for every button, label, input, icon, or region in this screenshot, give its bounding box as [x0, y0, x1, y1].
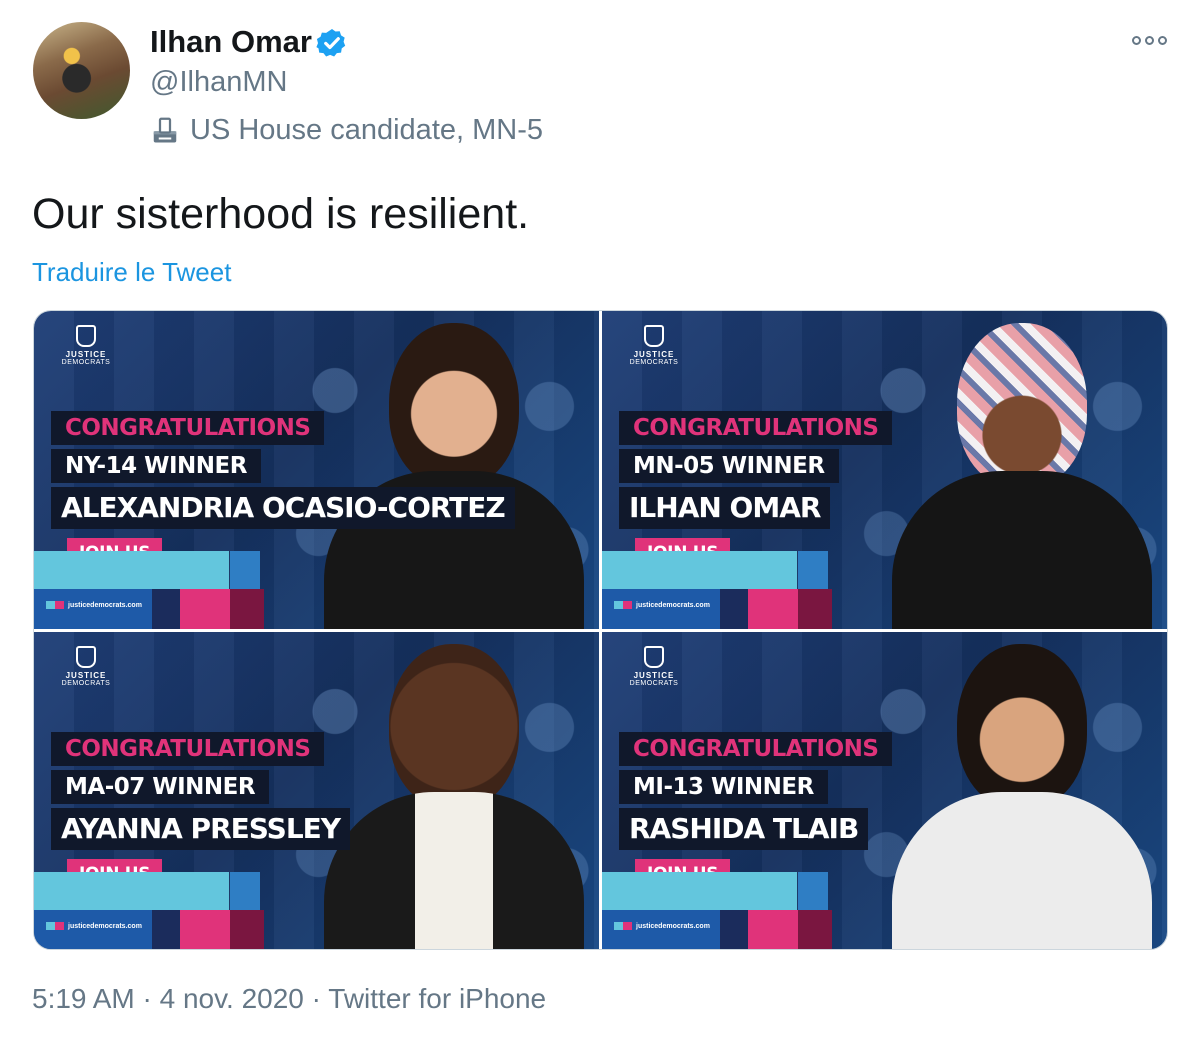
media-card-rashida-tlaib[interactable]: JUSTICE DEMOCRATS CONGRATULATIONS MI-13 … — [602, 632, 1167, 949]
color-bars — [34, 872, 599, 949]
website-url: justicedemocrats.com — [614, 922, 710, 930]
district-label: MI-13 WINNER — [619, 770, 828, 804]
tweet: Ilhan Omar @IlhanMN US House candidate, … — [0, 0, 1202, 1048]
color-bars — [602, 872, 1167, 949]
ballot-box-icon — [153, 117, 177, 143]
justice-democrats-logo: JUSTICE DEMOCRATS — [56, 325, 116, 366]
candidate-name: AYANNA PRESSLEY — [51, 808, 351, 850]
justice-democrats-logo: JUSTICE DEMOCRATS — [624, 325, 684, 366]
website-url: justicedemocrats.com — [46, 922, 142, 930]
candidate-name: ALEXANDRIA OCASIO-CORTEZ — [51, 487, 515, 529]
website-url: justicedemocrats.com — [614, 601, 710, 609]
color-bars — [602, 551, 1167, 629]
verified-badge-icon — [316, 29, 346, 57]
congratulations-label: CONGRATULATIONS — [51, 411, 325, 445]
more-options-icon[interactable] — [1131, 30, 1167, 50]
color-bars — [34, 551, 599, 629]
translate-tweet-link[interactable]: Traduire le Tweet — [32, 257, 231, 288]
tweet-timestamp[interactable]: 5:19 AM · 4 nov. 2020 · Twitter for iPho… — [32, 983, 546, 1015]
display-name[interactable]: Ilhan Omar — [150, 24, 312, 60]
avatar[interactable] — [33, 22, 130, 119]
district-label: MN-05 WINNER — [619, 449, 839, 483]
congratulations-label: CONGRATULATIONS — [619, 411, 893, 445]
justice-democrats-logo: JUSTICE DEMOCRATS — [624, 646, 684, 687]
district-label: MA-07 WINNER — [51, 770, 270, 804]
media-card-aoc[interactable]: JUSTICE DEMOCRATS CONGRATULATIONS NY-14 … — [34, 311, 599, 629]
media-grid: JUSTICE DEMOCRATS CONGRATULATIONS NY-14 … — [33, 310, 1168, 950]
candidate-name: ILHAN OMAR — [619, 487, 831, 529]
congratulations-label: CONGRATULATIONS — [619, 732, 893, 766]
candidate-name: RASHIDA TLAIB — [619, 808, 869, 850]
congratulations-label: CONGRATULATIONS — [51, 732, 325, 766]
media-card-ilhan-omar[interactable]: JUSTICE DEMOCRATS CONGRATULATIONS MN-05 … — [602, 311, 1167, 629]
justice-democrats-logo: JUSTICE DEMOCRATS — [56, 646, 116, 687]
media-card-ayanna-pressley[interactable]: JUSTICE DEMOCRATS CONGRATULATIONS MA-07 … — [34, 632, 599, 949]
website-url: justicedemocrats.com — [46, 601, 142, 609]
bio-text: US House candidate, MN-5 — [190, 113, 543, 146]
tweet-text: Our sisterhood is resilient. — [32, 190, 530, 238]
bio-label: US House candidate, MN-5 — [150, 113, 543, 147]
handle[interactable]: @IlhanMN — [150, 66, 287, 99]
district-label: NY-14 WINNER — [51, 449, 261, 483]
